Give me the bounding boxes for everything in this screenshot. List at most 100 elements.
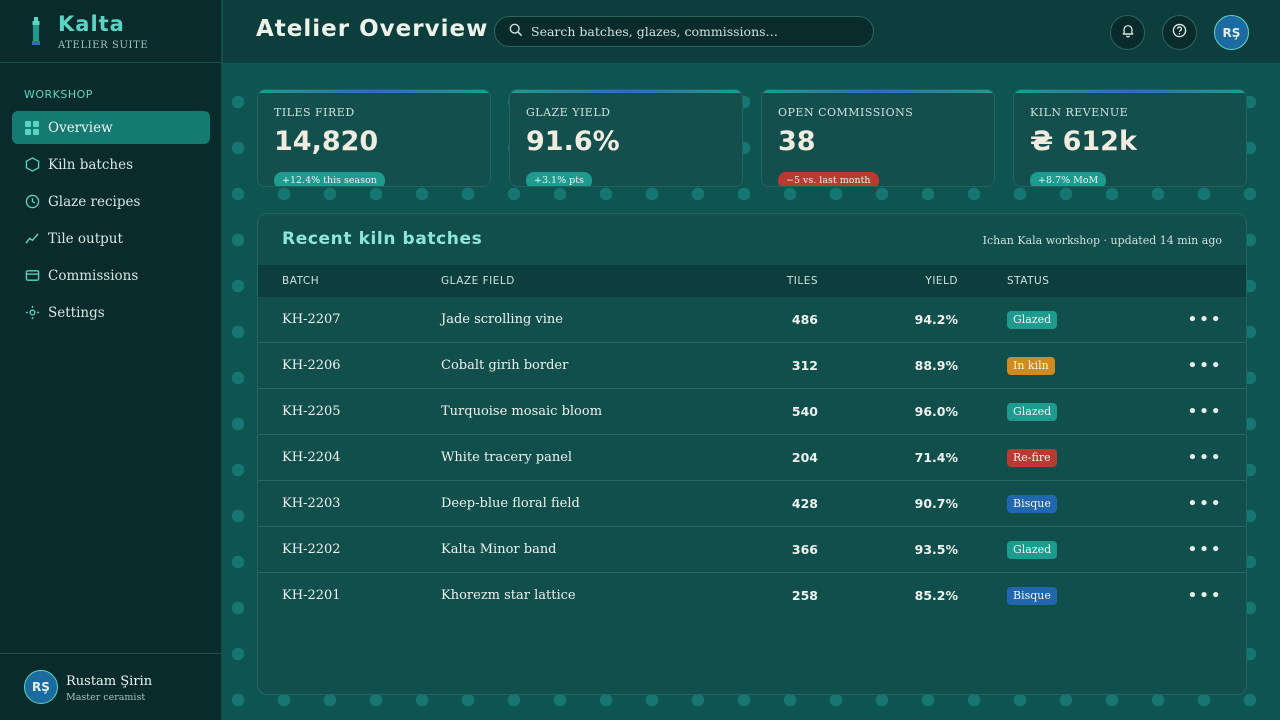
search-input[interactable] xyxy=(531,24,851,39)
user-name: Rustam Şirin xyxy=(66,674,153,689)
tiles-count: 366 xyxy=(791,542,818,557)
table-row[interactable]: KH-2206 Cobalt girih border 312 88.9% In… xyxy=(258,343,1246,389)
kpi-label: TILES FIRED xyxy=(274,106,355,119)
kpi-badge: −5 vs. last month xyxy=(778,172,879,186)
kpi-badge: +3.1% pts xyxy=(526,172,592,186)
user-role: Master ceramist xyxy=(66,692,146,703)
yield-value: 94.2% xyxy=(914,312,958,327)
yield-value: 90.7% xyxy=(914,496,958,511)
gear-icon xyxy=(24,305,40,321)
user-profile[interactable]: RŞ Rustam Şirin Master ceramist xyxy=(0,653,222,720)
glaze-field: White tracery panel xyxy=(441,450,573,465)
search-bar[interactable] xyxy=(494,16,874,47)
status-badge: Glazed xyxy=(1007,541,1058,559)
table-title: Recent kiln batches xyxy=(282,229,483,249)
kpi-badge: +8.7% MoM xyxy=(1030,172,1107,186)
avatar[interactable]: RŞ xyxy=(1214,15,1249,50)
kpi-card-open-commissions: OPEN COMMISSIONS 38 −5 vs. last month xyxy=(761,89,995,187)
batch-id: KH-2206 xyxy=(282,358,341,373)
sidebar-item-label: Kiln batches xyxy=(48,156,133,173)
row-actions-button[interactable]: ••• xyxy=(1187,343,1222,389)
kpi-value: 14,820 xyxy=(274,126,379,157)
kpi-card-glaze-yield: GLAZE YIELD 91.6% +3.1% pts xyxy=(509,89,743,187)
hexagon-icon xyxy=(24,157,40,173)
status-badge: In kiln xyxy=(1007,357,1055,375)
bell-icon xyxy=(1121,23,1135,42)
row-actions-button[interactable]: ••• xyxy=(1187,389,1222,435)
batch-id: KH-2204 xyxy=(282,450,341,465)
column-header-yield[interactable]: YIELD xyxy=(925,265,958,297)
row-actions-button[interactable]: ••• xyxy=(1187,527,1222,573)
glaze-field: Cobalt girih border xyxy=(441,358,569,373)
sidebar-item-glaze-recipes[interactable]: Glaze recipes xyxy=(12,185,210,218)
sidebar-item-label: Glaze recipes xyxy=(48,193,141,210)
sidebar-item-kiln-batches[interactable]: Kiln batches xyxy=(12,148,210,181)
column-header-status[interactable]: STATUS xyxy=(1007,265,1049,297)
kiln-batches-table: Recent kiln batches Ichan Kala workshop … xyxy=(257,213,1247,695)
row-actions-button[interactable]: ••• xyxy=(1187,481,1222,527)
table-body: KH-2207 Jade scrolling vine 486 94.2% Gl… xyxy=(258,297,1246,619)
brand-subtitle: ATELIER SUITE xyxy=(58,40,149,51)
table-row[interactable]: KH-2203 Deep-blue floral field 428 90.7%… xyxy=(258,481,1246,527)
sidebar-item-tile-output[interactable]: Tile output xyxy=(12,222,210,255)
column-header-batch[interactable]: BATCH xyxy=(282,265,319,297)
minaret-logo-icon xyxy=(32,17,40,45)
tiles-count: 204 xyxy=(791,450,818,465)
sidebar-item-commissions[interactable]: Commissions xyxy=(12,259,210,292)
tiles-count: 428 xyxy=(791,496,818,511)
yield-value: 96.0% xyxy=(914,404,958,419)
table-row[interactable]: KH-2205 Turquoise mosaic bloom 540 96.0%… xyxy=(258,389,1246,435)
sidebar-item-label: Overview xyxy=(48,119,113,136)
table-row[interactable]: KH-2202 Kalta Minor band 366 93.5% Glaze… xyxy=(258,527,1246,573)
status-badge: Glazed xyxy=(1007,403,1058,421)
row-actions-button[interactable]: ••• xyxy=(1187,435,1222,481)
kpi-value: 91.6% xyxy=(526,126,620,157)
row-actions-button[interactable]: ••• xyxy=(1187,297,1222,343)
topbar: Atelier Overview RŞ xyxy=(223,0,1280,64)
card-icon xyxy=(24,268,40,284)
glaze-field: Deep-blue floral field xyxy=(441,496,580,511)
glaze-field: Khorezm star lattice xyxy=(441,588,576,603)
table-meta: Ichan Kala workshop · updated 14 min ago xyxy=(982,234,1222,247)
clock-icon xyxy=(24,194,40,210)
main-content: TILES FIRED 14,820 +12.4% this season GL… xyxy=(223,65,1280,720)
tiles-count: 540 xyxy=(791,404,818,419)
yield-value: 88.9% xyxy=(914,358,958,373)
tiles-count: 258 xyxy=(791,588,818,603)
yield-value: 85.2% xyxy=(914,588,958,603)
row-actions-button[interactable]: ••• xyxy=(1187,573,1222,619)
kpi-card-kiln-revenue: KILN REVENUE ₴ 612k +8.7% MoM xyxy=(1013,89,1247,187)
table-header: BATCH GLAZE FIELD TILES YIELD STATUS xyxy=(258,265,1246,297)
kpi-card-tiles-fired: TILES FIRED 14,820 +12.4% this season xyxy=(257,89,491,187)
sidebar-item-label: Settings xyxy=(48,304,105,321)
notifications-button[interactable] xyxy=(1110,15,1145,50)
chart-line-icon xyxy=(24,231,40,247)
avatar: RŞ xyxy=(24,670,58,704)
column-header-tiles[interactable]: TILES xyxy=(787,265,818,297)
sidebar-nav: Overview Kiln batches Glaze recipes Tile… xyxy=(12,111,210,333)
yield-value: 71.4% xyxy=(914,450,958,465)
help-icon xyxy=(1172,23,1187,42)
yield-value: 93.5% xyxy=(914,542,958,557)
brand: Kalta ATELIER SUITE xyxy=(0,0,221,63)
batch-id: KH-2203 xyxy=(282,496,341,511)
batch-id: KH-2207 xyxy=(282,312,341,327)
table-row[interactable]: KH-2207 Jade scrolling vine 486 94.2% Gl… xyxy=(258,297,1246,343)
status-badge: Bisque xyxy=(1007,495,1057,513)
kpi-row: TILES FIRED 14,820 +12.4% this season GL… xyxy=(257,89,1247,187)
grid-icon xyxy=(24,120,40,136)
search-icon xyxy=(509,22,523,41)
sidebar-item-overview[interactable]: Overview xyxy=(12,111,210,144)
glaze-field: Kalta Minor band xyxy=(441,542,557,557)
column-header-glaze[interactable]: GLAZE FIELD xyxy=(441,265,515,297)
page-title: Atelier Overview xyxy=(256,16,489,42)
help-button[interactable] xyxy=(1162,15,1197,50)
kpi-label: GLAZE YIELD xyxy=(526,106,611,119)
sidebar-item-label: Commissions xyxy=(48,267,139,284)
sidebar-item-settings[interactable]: Settings xyxy=(12,296,210,329)
kpi-label: OPEN COMMISSIONS xyxy=(778,106,914,119)
glaze-field: Turquoise mosaic bloom xyxy=(441,404,603,419)
table-row[interactable]: KH-2204 White tracery panel 204 71.4% Re… xyxy=(258,435,1246,481)
table-row[interactable]: KH-2201 Khorezm star lattice 258 85.2% B… xyxy=(258,573,1246,619)
kpi-badge: +12.4% this season xyxy=(274,172,385,186)
